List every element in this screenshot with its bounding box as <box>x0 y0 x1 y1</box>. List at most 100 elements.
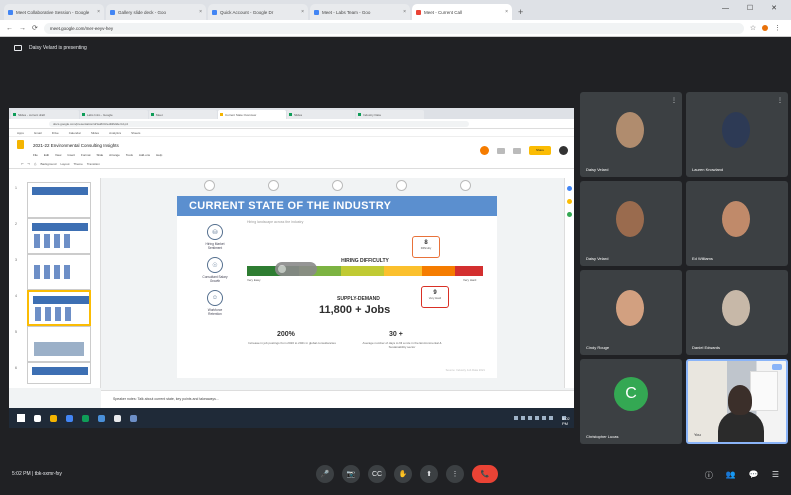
app-icon <box>130 414 137 422</box>
share-button: Share <box>529 146 551 155</box>
browser-tab-strip: Meet Collaborative Session - Google × Gal… <box>0 0 791 20</box>
shared-address-bar: docs.google.com/presentation/d/1a2b3c/ed… <box>49 120 469 127</box>
close-tab-icon[interactable]: × <box>505 9 508 15</box>
tab-favicon-icon <box>314 9 319 15</box>
new-tab-button[interactable]: + <box>514 7 527 20</box>
search-icon <box>34 414 41 422</box>
star-icon[interactable]: ☆ <box>750 24 756 32</box>
participant-photo <box>722 290 750 326</box>
tab-favicon-icon <box>358 113 361 116</box>
forward-icon[interactable]: → <box>19 25 26 32</box>
participant-tile[interactable]: Daniel Edwards <box>686 270 788 355</box>
present-icon[interactable]: ⬆ <box>420 465 438 483</box>
participant-name: Christopher Lucas <box>586 434 619 439</box>
participant-tile[interactable]: Daisy Velard <box>580 181 682 266</box>
participant-photo <box>722 112 750 148</box>
participant-tile[interactable]: C Christopher Lucas <box>580 359 682 444</box>
browser-tab[interactable]: Gallery slide deck - Goo × <box>106 4 206 20</box>
shared-bookmarks-bar: Apps Gmail Drive Calendar Slides Analyti… <box>9 129 574 137</box>
difficulty-callout: 8 Difficulty <box>412 236 440 258</box>
people-icon[interactable]: 👥 <box>726 470 736 481</box>
address-bar[interactable]: meet.google.com/mer-eeyv-hey <box>43 22 744 34</box>
undo-icon: ↶ <box>21 162 24 166</box>
doc-title: 2021-22 Environmental Consulting Insight… <box>33 142 119 148</box>
supply-demand-label: SUPPLY-DEMAND <box>337 296 380 302</box>
call-controls: 🎤 📷 CC ✋ ⬆ ⋮ 📞 <box>316 465 498 483</box>
app-icon <box>82 414 89 422</box>
participant-photo <box>616 112 644 148</box>
participant-tile[interactable]: ⋮ Daisy Velard <box>580 92 682 177</box>
menu-icon[interactable]: ⋮ <box>774 24 781 32</box>
close-tab-icon[interactable]: × <box>403 9 406 15</box>
app-icon <box>114 414 121 422</box>
address-bar-row: ← → ⟳ meet.google.com/mer-eeyv-hey ☆ ⋮ <box>0 20 791 37</box>
gauge-low-label: Very Easy <box>247 278 261 282</box>
chat-icon[interactable]: 💬 <box>749 470 759 481</box>
tab-favicon-icon <box>110 9 115 15</box>
more-options-icon[interactable]: ⋮ <box>446 465 464 483</box>
shared-tab: Labs Intro - Google <box>80 110 148 119</box>
present-icon <box>513 147 521 154</box>
tab-favicon-icon <box>289 113 292 116</box>
redo-icon: ↷ <box>27 162 31 166</box>
shared-tab-active: Current State Overview <box>218 110 286 119</box>
calendar-icon <box>567 186 572 191</box>
gauge-high-label: Very Hard <box>463 278 477 282</box>
participant-photo <box>722 201 750 237</box>
account-avatar <box>559 146 568 155</box>
shared-tab: Slides <box>287 110 355 119</box>
window-controls[interactable]: — ☐ ✕ <box>722 4 785 12</box>
taskbar-clock: 5:02 PM <box>562 416 570 426</box>
tab-favicon-icon <box>212 9 217 15</box>
back-icon[interactable]: ← <box>6 25 13 32</box>
presenting-banner: Daisy Velard is presenting <box>0 37 791 59</box>
tab-favicon-icon <box>82 113 85 116</box>
leave-call-button[interactable]: 📞 <box>472 465 498 483</box>
slide-thumbnail <box>27 254 91 290</box>
participant-tile[interactable]: Cindy Rouge <box>580 270 682 355</box>
browser-tab-active[interactable]: Meet - Current Call × <box>412 4 512 20</box>
participant-photo <box>616 290 644 326</box>
browser-tab[interactable]: Meet - Labs Team - Goo × <box>310 4 410 20</box>
shared-address-row: docs.google.com/presentation/d/1a2b3c/ed… <box>9 119 574 129</box>
participant-tile[interactable]: Ed Williams <box>686 181 788 266</box>
slide-subtitle: Hiring landscape across the industry <box>247 220 304 224</box>
gauge-segment <box>383 266 422 276</box>
close-tab-icon[interactable]: × <box>97 9 100 15</box>
self-view-tile[interactable]: You <box>686 359 788 444</box>
participant-tile[interactable]: ⋮ Lauren Knowland <box>686 92 788 177</box>
close-tab-icon[interactable]: × <box>301 9 304 15</box>
profile-avatar[interactable] <box>762 25 769 31</box>
circle-icon <box>459 180 471 191</box>
stat-description: Increase in job postings from 2020 to 20… <box>248 341 336 345</box>
browser-tab[interactable]: Meet Collaborative Session - Google × <box>4 4 104 20</box>
tab-favicon-icon <box>220 113 223 116</box>
pin-icon[interactable] <box>772 364 782 370</box>
camera-icon[interactable]: 📷 <box>342 465 360 483</box>
participant-name: Lauren Knowland <box>692 167 724 172</box>
slide-source: Source: Industry Job Data 2021 <box>445 368 485 372</box>
slides-workspace: 1 2 3 4 5 6 CURRENT STATE OF THE INDUSTR… <box>9 178 574 428</box>
more-options-icon[interactable]: ⋮ <box>777 97 783 104</box>
meeting-info: 5:02 PM | tbk-sxmr-fxy <box>12 471 62 477</box>
slide-left-items: ⛁ Hiring Market Sentiment ☉ Consultant S… <box>195 224 235 323</box>
system-tray: 5:02 PM <box>514 416 574 426</box>
circle-icon <box>267 180 279 191</box>
chrome-icon <box>66 414 73 422</box>
reload-icon[interactable]: ⟳ <box>32 24 38 32</box>
print-icon: ⎙ <box>34 162 37 166</box>
more-options-icon[interactable]: ⋮ <box>671 97 677 104</box>
captions-icon[interactable]: CC <box>368 465 386 483</box>
info-icon[interactable]: ⓘ <box>705 470 713 481</box>
browser-tab[interactable]: Quick Account - Google Dr × <box>208 4 308 20</box>
close-tab-icon[interactable]: × <box>199 9 202 15</box>
participant-name: Daisy Velard <box>586 167 609 172</box>
raise-hand-icon[interactable]: ✋ <box>394 465 412 483</box>
circle-icon <box>203 180 215 191</box>
participant-name: You <box>694 432 701 437</box>
microphone-icon[interactable]: 🎤 <box>316 465 334 483</box>
slide-thumbnail-selected <box>27 290 91 326</box>
activities-icon[interactable]: ☰ <box>772 470 779 481</box>
meet-control-bar: 5:02 PM | tbk-sxmr-fxy 🎤 📷 CC ✋ ⬆ ⋮ 📞 ⓘ … <box>0 455 791 495</box>
slides-toolbar: ↶ ↷ ⎙ Background Layout Theme Transition <box>9 160 574 169</box>
